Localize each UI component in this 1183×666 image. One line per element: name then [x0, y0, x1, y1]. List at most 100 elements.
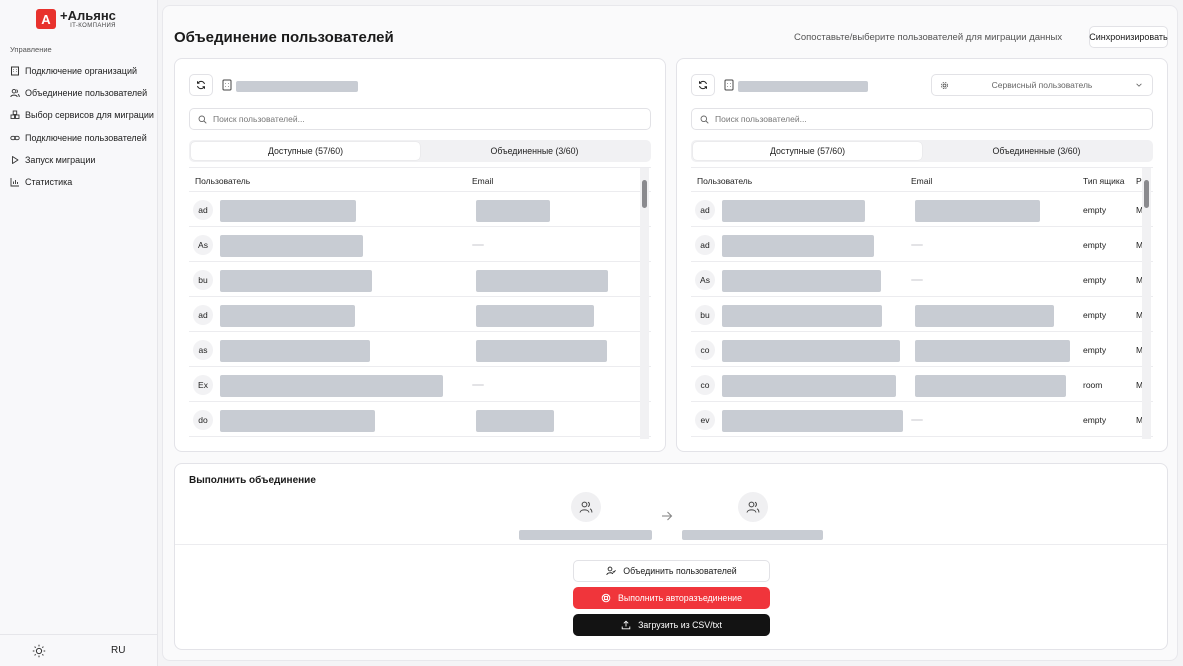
- merge-users-label: Объединить пользователей: [623, 566, 737, 576]
- user-tabs: Доступные (57/60) Объединенные (3/60): [189, 140, 651, 162]
- empty-email-dash: [911, 244, 923, 246]
- mailbox-type: empty: [1083, 415, 1107, 425]
- sidebar-item-user-connect[interactable]: Подключение пользователей: [10, 127, 155, 149]
- column-user: Пользователь: [697, 176, 753, 186]
- merge-title: Выполнить объединение: [189, 475, 316, 486]
- lifebuoy-icon: [601, 593, 611, 603]
- table-row[interactable]: ad: [189, 297, 651, 332]
- sidebar-item-statistics[interactable]: Статистика: [10, 171, 155, 193]
- user-name-placeholder: [220, 375, 443, 397]
- sidebar-item-run-migration[interactable]: Запуск миграции: [10, 149, 155, 171]
- scrollbar[interactable]: [640, 168, 649, 439]
- brand-logo[interactable]: A +Альянс IT-КОМПАНИЯ: [36, 9, 116, 29]
- select-value: Сервисный пользователь: [991, 80, 1093, 90]
- refresh-icon: [699, 80, 707, 90]
- page-title: Объединение пользователей: [174, 29, 394, 46]
- table-row[interactable]: ev empty M: [691, 402, 1153, 437]
- empty-email-dash: [911, 419, 923, 421]
- user-name-placeholder: [220, 200, 356, 222]
- column-email: Email: [472, 176, 494, 186]
- user-avatar: do: [193, 410, 213, 430]
- user-email-placeholder: [476, 200, 550, 222]
- user-name-placeholder: [722, 305, 882, 327]
- table-row[interactable]: As: [189, 227, 651, 262]
- user-name-placeholder: [220, 235, 363, 257]
- table-row[interactable]: co room M: [691, 367, 1153, 402]
- language-switch[interactable]: RU: [111, 645, 125, 656]
- sidebar-item-label: Статистика: [25, 177, 73, 188]
- chevron-down-icon: [1136, 83, 1142, 87]
- service-user-select[interactable]: Сервисный пользователь: [931, 74, 1153, 96]
- table-row[interactable]: as: [189, 332, 651, 367]
- sync-button[interactable]: Синхронизировать: [1089, 26, 1168, 48]
- tab-available[interactable]: Доступные (57/60): [693, 142, 922, 160]
- user-email-placeholder: [915, 375, 1066, 397]
- users-icon: [10, 89, 20, 98]
- mailbox-type: empty: [1083, 345, 1107, 355]
- table-header: Пользователь Email: [189, 168, 651, 192]
- divider: [175, 544, 1167, 545]
- table-row[interactable]: ad empty M: [691, 227, 1153, 262]
- left-user-panel: Доступные (57/60) Объединенные (3/60) По…: [174, 58, 666, 452]
- nav-section-label: Управление: [10, 45, 52, 54]
- scrollbar-thumb[interactable]: [642, 180, 647, 208]
- table-row[interactable]: bu empty M: [691, 297, 1153, 332]
- sidebar-item-label: Выбор сервисов для миграции: [25, 110, 154, 121]
- user-name-placeholder: [220, 270, 372, 292]
- search-icon: [700, 115, 709, 124]
- source-user-placeholder: [519, 530, 652, 540]
- table-row[interactable]: Ex: [189, 367, 651, 402]
- search-input[interactable]: [213, 114, 620, 124]
- column-extra: Р: [1136, 176, 1142, 186]
- column-user: Пользователь: [195, 176, 251, 186]
- table-row[interactable]: bu: [189, 262, 651, 297]
- sidebar-item-label: Подключение пользователей: [25, 132, 147, 143]
- table-row[interactable]: co empty M: [691, 332, 1153, 367]
- user-avatar: bu: [193, 270, 213, 290]
- user-table: Пользователь Email ad As bu ad as Ex do: [189, 167, 651, 439]
- table-row[interactable]: do: [189, 402, 651, 437]
- building-icon: [222, 79, 232, 91]
- user-email-placeholder: [915, 340, 1070, 362]
- tab-merged[interactable]: Объединенные (3/60): [922, 142, 1151, 160]
- upload-csv-label: Загрузить из CSV/txt: [638, 620, 722, 630]
- brand-title: +Альянс: [60, 8, 116, 23]
- auto-unmerge-button[interactable]: Выполнить авторазъединение: [573, 587, 770, 609]
- table-row[interactable]: As empty M: [691, 262, 1153, 297]
- user-email-placeholder: [476, 270, 608, 292]
- user-search[interactable]: [189, 108, 651, 130]
- table-header: Пользователь Email Тип ящика Р: [691, 168, 1153, 192]
- sidebar-footer: RU: [0, 634, 158, 666]
- refresh-button[interactable]: [189, 74, 213, 96]
- user-avatar: ad: [695, 200, 715, 220]
- user-avatar: ad: [193, 200, 213, 220]
- scrollbar[interactable]: [1142, 168, 1151, 439]
- table-row[interactable]: ad empty M: [691, 192, 1153, 227]
- user-search[interactable]: [691, 108, 1153, 130]
- user-name-placeholder: [220, 305, 355, 327]
- sidebar-item-users-merge[interactable]: Объединение пользователей: [10, 82, 155, 104]
- sidebar-item-organizations[interactable]: Подключение организаций: [10, 60, 155, 82]
- target-user-avatar: [738, 492, 768, 522]
- user-name-placeholder: [722, 410, 903, 432]
- users-icon: [746, 501, 760, 513]
- empty-email-dash: [911, 279, 923, 281]
- merge-users-button[interactable]: Объединить пользователей: [573, 560, 770, 582]
- user-check-icon: [606, 566, 617, 576]
- tab-merged[interactable]: Объединенные (3/60): [420, 142, 649, 160]
- sun-icon[interactable]: [32, 644, 46, 658]
- tab-available[interactable]: Доступные (57/60): [191, 142, 420, 160]
- column-email: Email: [911, 176, 933, 186]
- refresh-button[interactable]: [691, 74, 715, 96]
- chart-icon: [10, 178, 19, 187]
- sidebar-item-services[interactable]: Выбор сервисов для миграции: [10, 104, 155, 126]
- scrollbar-thumb[interactable]: [1144, 180, 1149, 208]
- upload-csv-button[interactable]: Загрузить из CSV/txt: [573, 614, 770, 636]
- source-user-avatar: [571, 492, 601, 522]
- table-row[interactable]: ad: [189, 192, 651, 227]
- play-icon: [12, 155, 19, 164]
- user-name-placeholder: [722, 200, 865, 222]
- user-avatar: ad: [695, 235, 715, 255]
- user-email-placeholder: [476, 305, 594, 327]
- search-input[interactable]: [715, 114, 1122, 124]
